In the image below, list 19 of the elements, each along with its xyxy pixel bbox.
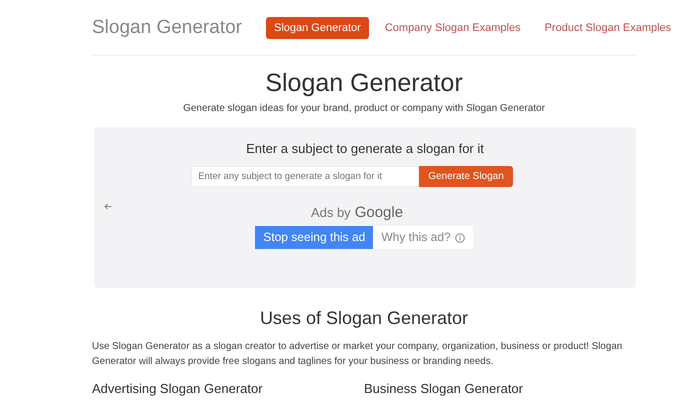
generator-heading: Enter a subject to generate a slogan for it [245, 140, 485, 158]
subsection-heading: Advertising Slogan Generator [92, 381, 263, 398]
site-logo[interactable]: Slogan Generator [92, 16, 242, 41]
subsection-heading: Business Slogan Generator [364, 381, 523, 398]
generate-button[interactable]: Generate Slogan [419, 166, 513, 187]
page-title: Slogan Generator [264, 68, 464, 98]
back-arrow-icon[interactable] [104, 202, 112, 210]
nav-tab[interactable]: Company Slogan Examples [376, 17, 529, 40]
ad-provider-label: Google [354, 202, 404, 222]
subject-input[interactable]: Enter any subject to generate a slogan for it [191, 166, 420, 187]
info-icon [454, 232, 465, 243]
section-heading: Uses of Slogan Generator [258, 308, 470, 330]
nav-tab[interactable]: Product Slogan Examples [536, 17, 680, 40]
nav-tab[interactable]: Slogan Generator [266, 17, 369, 40]
ads-label: Ads by [310, 204, 351, 222]
why-ad-button[interactable]: Why this ad? [373, 226, 473, 250]
section-paragraph: Use Slogan Generator as a slogan creator to advertise or market your company, organization, business or product! Slogan Generator will always provide free slogans and taglines for your business or branding needs. [92, 340, 624, 370]
stop-ad-button[interactable]: Stop seeing this ad [255, 226, 374, 250]
page-subtitle: Generate slogan ideas for your brand, product or company with Slogan Generator [182, 102, 546, 115]
